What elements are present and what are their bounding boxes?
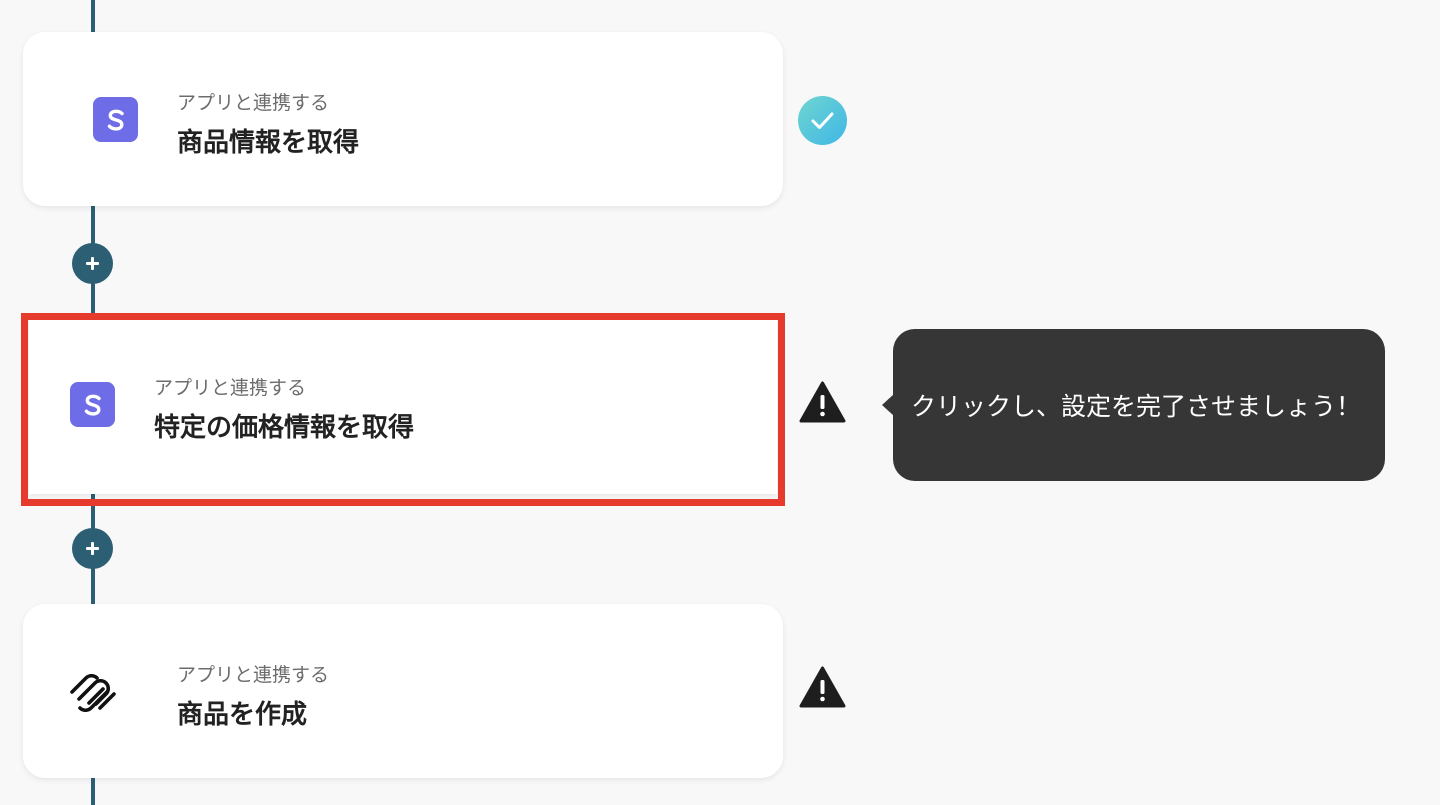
tooltip-text: クリックし、設定を完了させましょう！ — [910, 392, 1361, 421]
setup-hint-tooltip: クリックし、設定を完了させましょう！ — [893, 329, 1385, 481]
step-subtitle: アプリと連携する — [177, 92, 330, 114]
step-subtitle: アプリと連携する — [177, 664, 330, 686]
step-card-get-product-info[interactable]: アプリと連携する 商品情報を取得 — [23, 32, 783, 206]
add-step-button[interactable] — [72, 528, 113, 569]
stripe-icon — [93, 97, 138, 142]
highlight-frame — [21, 313, 785, 506]
step-title: 商品を作成 — [177, 700, 308, 730]
warning-icon — [798, 665, 847, 709]
step-card-create-product[interactable]: アプリと連携する 商品を作成 — [23, 604, 783, 778]
warning-icon — [798, 380, 847, 424]
squarespace-icon — [66, 670, 120, 713]
add-step-button[interactable] — [72, 243, 113, 284]
step-title: 商品情報を取得 — [177, 128, 360, 158]
check-circle-icon — [798, 96, 847, 145]
